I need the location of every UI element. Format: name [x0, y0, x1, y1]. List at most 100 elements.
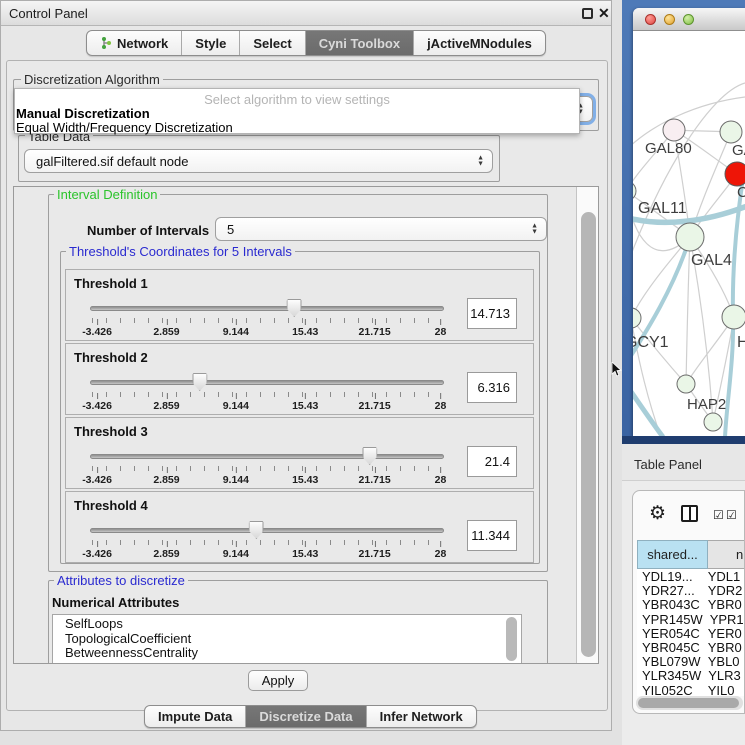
close-icon[interactable]: ✕	[598, 5, 610, 22]
top-tab-bar: Network Style Select Cyni Toolbox jActiv…	[86, 30, 546, 56]
discretization-algorithm-label: Discretization Algorithm	[21, 72, 163, 87]
table-hscrollbar-thumb[interactable]	[638, 698, 739, 708]
table-row[interactable]: YDL19...YDL1	[637, 569, 745, 583]
table-toolbar: ⚙ ☑ ☑	[633, 491, 745, 540]
list-item[interactable]: SelfLoops	[53, 615, 521, 630]
list-scrollbar[interactable]	[506, 617, 517, 661]
threshold-3-slider[interactable]: -3.4262.8599.14415.4321.71528	[90, 448, 444, 488]
cell: YER0	[701, 626, 745, 640]
cell: YBR045C	[637, 640, 701, 654]
slider-track[interactable]	[90, 306, 444, 311]
column-layout-icon[interactable]	[681, 505, 698, 522]
tick-label: 15.43	[292, 474, 318, 486]
node-gal4[interactable]	[676, 223, 704, 251]
threshold-2-label: Threshold 2	[74, 350, 148, 365]
tab-cyni-toolbox[interactable]: Cyni Toolbox	[306, 31, 414, 55]
node-h[interactable]	[722, 305, 745, 329]
tick-label: 2.859	[153, 326, 179, 338]
dropdown-placeholder: Select algorithm to view settings	[15, 92, 579, 107]
node-bottom[interactable]	[704, 413, 722, 431]
cell: YLR345W	[637, 668, 701, 682]
tab-select[interactable]: Select	[240, 31, 305, 55]
table-row[interactable]: YBR043CYBR0	[637, 597, 745, 611]
slider-thumb[interactable]	[249, 521, 264, 539]
tick-label: 15.43	[292, 326, 318, 338]
node-label-gal80: GAL80	[645, 140, 692, 157]
table-row[interactable]: YDR27...YDR2	[637, 583, 745, 597]
threshold-4-value-field[interactable]: 11.344	[467, 520, 517, 551]
column-header-shared[interactable]: shared...	[637, 540, 708, 569]
table-row[interactable]: YIL052CYIL0	[637, 683, 745, 697]
tab-label: Style	[195, 36, 226, 51]
gear-icon[interactable]: ⚙	[649, 502, 666, 525]
threshold-4-slider[interactable]: -3.4262.8599.14415.4321.71528	[90, 522, 444, 562]
table-data-selected-value: galFiltered.sif default node	[36, 154, 188, 169]
node-pink[interactable]	[663, 119, 685, 141]
number-of-intervals-label: Number of Intervals	[87, 223, 209, 238]
threshold-2-panel: Threshold 2 -3.4262.8599.14415.4321.7152…	[65, 343, 534, 415]
tab-style[interactable]: Style	[182, 31, 240, 55]
column-header-name[interactable]: n	[708, 540, 745, 569]
cell: YER054C	[637, 626, 701, 640]
apply-button[interactable]: Apply	[248, 670, 308, 691]
tab-label: jActiveMNodules	[427, 36, 532, 51]
number-of-intervals-combobox[interactable]: 5 ▲▼	[215, 217, 547, 241]
list-item[interactable]: BetweennessCentrality	[53, 644, 521, 659]
settings-scrollbar-thumb[interactable]	[581, 212, 596, 657]
threshold-2-slider[interactable]: -3.4262.8599.14415.4321.71528	[90, 374, 444, 414]
network-view-window[interactable]: GAL80 GA C GAL11 GAL4 GCY1 H HAP2	[633, 8, 745, 437]
tab-jactivemnodules[interactable]: jActiveMNodules	[414, 31, 545, 55]
control-panel-titlebar[interactable]: Control Panel ✕	[1, 1, 611, 26]
tab-network[interactable]: Network	[87, 31, 182, 55]
checkbox-icon[interactable]: ☑	[713, 508, 724, 522]
dropdown-option-manual-discretization[interactable]: Manual Discretization	[16, 106, 150, 121]
slider-track[interactable]	[90, 454, 444, 459]
cell: YDL19...	[637, 569, 701, 583]
tab-discretize-data[interactable]: Discretize Data	[246, 706, 366, 727]
minimize-traffic-light-icon[interactable]	[664, 14, 675, 25]
node-gcy1[interactable]	[633, 308, 641, 328]
dropdown-option-equal-width-frequency[interactable]: Equal Width/Frequency Discretization	[16, 120, 233, 135]
threshold-1-slider[interactable]: -3.4262.8599.14415.4321.71528	[90, 300, 444, 340]
checkbox-icon[interactable]: ☑	[726, 508, 737, 522]
threshold-1-value-field[interactable]: 14.713	[467, 298, 517, 329]
tick-label: 2.859	[153, 548, 179, 560]
node-red[interactable]	[725, 162, 745, 186]
slider-thumb[interactable]	[287, 299, 302, 317]
node-top-right[interactable]	[720, 121, 742, 143]
table-row[interactable]: YLR345WYLR3	[637, 668, 745, 682]
zoom-traffic-light-icon[interactable]	[683, 14, 694, 25]
threshold-3-panel: Threshold 3 -3.4262.8599.14415.4321.7152…	[65, 417, 534, 489]
table-panel-titlebar[interactable]: Table Panel	[622, 444, 745, 481]
slider-ticks	[92, 466, 442, 471]
cell: YIL0	[701, 683, 745, 697]
float-window-icon[interactable]	[582, 8, 593, 19]
table-hscrollbar-track[interactable]	[636, 696, 743, 710]
table-row[interactable]: YBR045CYBR0	[637, 640, 745, 654]
tick-label: 9.144	[223, 548, 249, 560]
numerical-attributes-list[interactable]: SelfLoops TopologicalCoefficient Between…	[52, 614, 522, 664]
close-traffic-light-icon[interactable]	[645, 14, 656, 25]
table-row[interactable]: YBL079WYBL0	[637, 654, 745, 668]
cell: YLR3	[701, 668, 745, 682]
network-canvas[interactable]: GAL80 GA C GAL11 GAL4 GCY1 H HAP2	[633, 31, 745, 437]
threshold-2-value-field[interactable]: 6.316	[467, 372, 517, 403]
slider-track[interactable]	[90, 380, 444, 385]
slider-thumb[interactable]	[192, 373, 207, 391]
node-hap2[interactable]	[677, 375, 695, 393]
tick-label: 21.715	[359, 400, 391, 412]
tick-label: 15.43	[292, 400, 318, 412]
settings-scrollbar-track[interactable]	[576, 187, 599, 663]
slider-tick-labels: -3.4262.8599.14415.4321.71528	[90, 472, 444, 486]
list-item[interactable]: TopologicalCoefficient	[53, 630, 521, 645]
slider-track[interactable]	[90, 528, 444, 533]
table-data-combobox[interactable]: galFiltered.sif default node ▲▼	[24, 149, 493, 173]
slider-thumb[interactable]	[362, 447, 377, 465]
node-label-ga: GA	[732, 142, 745, 159]
tab-impute-data[interactable]: Impute Data	[145, 706, 246, 727]
threshold-3-value-field[interactable]: 21.4	[467, 446, 517, 477]
network-window-titlebar[interactable]	[633, 8, 745, 31]
table-row[interactable]: YPR145WYPR1	[637, 612, 745, 626]
table-row[interactable]: YER054CYER0	[637, 626, 745, 640]
tab-infer-network[interactable]: Infer Network	[367, 706, 476, 727]
